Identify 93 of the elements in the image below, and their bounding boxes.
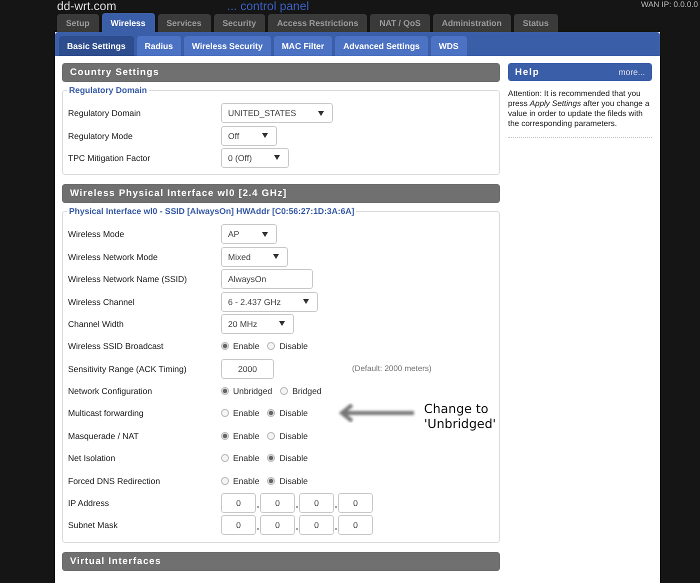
- nav-tab[interactable]: Services: [158, 14, 210, 32]
- dropdown[interactable]: 20 MHz: [221, 314, 294, 334]
- sub-tab[interactable]: Advanced Settings: [335, 36, 428, 56]
- field-label: Wireless Network Name (SSID): [68, 274, 188, 284]
- tagline-text: ... control panel: [227, 0, 310, 13]
- sub-tab[interactable]: WDS: [430, 36, 467, 56]
- ip-octet-field[interactable]: 0: [221, 493, 256, 514]
- section-header: Country Settings: [62, 63, 500, 82]
- field-label: Sensitivity Range (ACK Timing): [68, 364, 188, 374]
- fieldset-legend: Regulatory Domain: [67, 85, 149, 95]
- dropdown[interactable]: Mixed: [221, 246, 288, 267]
- field-label: TPC Mitigation Factor: [68, 152, 152, 163]
- section-header: Wireless Physical Interface wl0 [2.4 GHz]: [62, 184, 500, 204]
- radio-option[interactable]: Enable: [221, 408, 260, 418]
- radio-option[interactable]: Bridged: [280, 386, 322, 396]
- section-header: Virtual Interfaces: [62, 552, 500, 571]
- field-label: Regulatory Domain: [68, 108, 142, 118]
- radio-option[interactable]: Enable: [221, 453, 260, 464]
- nav-tab[interactable]: Administration: [432, 14, 511, 32]
- radio-option[interactable]: Disable: [267, 476, 308, 486]
- radio-button[interactable]: [221, 432, 229, 440]
- radio-button[interactable]: [221, 387, 229, 396]
- input-field[interactable]: AlwaysOn: [221, 269, 313, 290]
- nav-tab[interactable]: Wireless: [102, 13, 155, 32]
- hint-text: (Default: 2000 meters): [352, 364, 432, 374]
- radio-option[interactable]: Disable: [267, 453, 308, 464]
- field-label: IP Address: [68, 498, 110, 508]
- caret-icon: [262, 133, 268, 138]
- nav-tab[interactable]: Setup: [57, 14, 99, 32]
- radio-button[interactable]: [221, 342, 229, 350]
- radio-button[interactable]: [267, 342, 276, 350]
- field-label: Net Isolation: [68, 453, 116, 464]
- caret-icon: [262, 232, 268, 237]
- ip-octet-field[interactable]: 0: [221, 515, 256, 536]
- radio-button[interactable]: [267, 454, 276, 462]
- caret-icon: [279, 321, 286, 326]
- help-text: Attention: It is recommended that you press Apply Settings after you change a value in order to update the fileds with the corresponding parameters.: [508, 89, 652, 138]
- caret-icon: [272, 254, 279, 260]
- nav-tab[interactable]: Security: [214, 14, 266, 32]
- caret-icon: [302, 299, 309, 304]
- radio-button[interactable]: [280, 387, 288, 396]
- field-label: Masquerade / NAT: [68, 430, 140, 441]
- ip-octet-field[interactable]: 0: [338, 493, 373, 514]
- radio-button[interactable]: [267, 432, 276, 440]
- caret-icon: [318, 110, 324, 116]
- field-label: Wireless SSID Broadcast: [68, 341, 164, 352]
- field-label: Wireless Network Mode: [68, 252, 159, 262]
- dropdown[interactable]: 6 - 2.437 GHz: [221, 292, 318, 312]
- dropdown[interactable]: UNITED_STATES: [221, 103, 334, 124]
- nav-tab[interactable]: Access Restrictions: [268, 14, 368, 32]
- ip-octet-field[interactable]: 0: [338, 515, 373, 536]
- ip-octet-field[interactable]: 0: [260, 515, 295, 536]
- radio-option[interactable]: Enable: [221, 341, 260, 352]
- field-label: Multicast forwarding: [68, 408, 145, 418]
- field-label: Network Configuration: [68, 386, 154, 396]
- field-label: Wireless Channel: [68, 296, 136, 307]
- radio-option[interactable]: Disable: [267, 430, 308, 441]
- dropdown[interactable]: AP: [221, 224, 277, 244]
- radio-button[interactable]: [221, 409, 229, 418]
- sub-tab[interactable]: Radius: [136, 36, 181, 56]
- input-field[interactable]: 2000: [221, 358, 274, 379]
- radio-button[interactable]: [221, 476, 229, 485]
- radio-option[interactable]: Disable: [267, 408, 308, 418]
- nav-tab[interactable]: NAT / QoS: [370, 14, 430, 32]
- nav-tab[interactable]: Status: [514, 14, 558, 32]
- dropdown[interactable]: 0 (Off): [221, 148, 289, 168]
- field-label: Subnet Mask: [68, 520, 119, 530]
- arrow-icon: [336, 402, 416, 424]
- dropdown[interactable]: Off: [221, 126, 277, 146]
- radio-button[interactable]: [267, 409, 276, 418]
- ip-octet-field[interactable]: 0: [299, 515, 334, 536]
- ip-octet-field[interactable]: 0: [299, 493, 334, 514]
- field-label: Regulatory Mode: [68, 130, 134, 141]
- radio-button[interactable]: [267, 476, 276, 485]
- logo-text: dd-wrt.com: [57, 0, 116, 13]
- caret-icon: [274, 155, 280, 160]
- radio-button[interactable]: [221, 454, 229, 462]
- radio-option[interactable]: Disable: [267, 341, 308, 352]
- help-title: Help: [515, 66, 540, 78]
- field-label: Forced DNS Redirection: [68, 476, 162, 486]
- sub-tab[interactable]: Wireless Security: [184, 36, 271, 56]
- ip-octet-field[interactable]: 0: [260, 493, 295, 514]
- wan-ip-text: WAN IP: 0.0.0.0: [640, 0, 698, 9]
- fieldset-legend: Physical Interface wl0 - SSID [AlwaysOn] HWAddr [C0:56:27:1D:3A:6A]: [67, 206, 356, 216]
- annotation-text: Change to 'Unbridged': [424, 401, 497, 431]
- radio-option[interactable]: Enable: [221, 430, 260, 441]
- sub-tab[interactable]: MAC Filter: [274, 36, 332, 56]
- sub-tab[interactable]: Basic Settings: [59, 36, 134, 56]
- field-label: Wireless Mode: [68, 229, 126, 240]
- radio-option[interactable]: Enable: [221, 476, 260, 486]
- radio-option[interactable]: Unbridged: [221, 386, 272, 396]
- more-link[interactable]: more...: [618, 67, 645, 77]
- field-label: Channel Width: [68, 318, 125, 329]
